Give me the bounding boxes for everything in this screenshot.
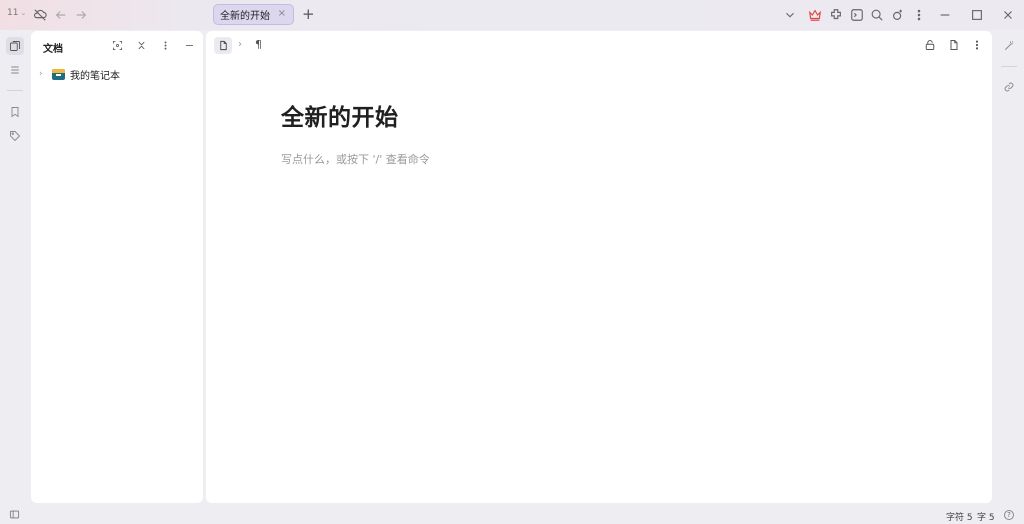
link-icon[interactable] xyxy=(1000,78,1018,96)
panel-title: 文档 xyxy=(43,44,63,55)
notebook-label: 我的笔记本 xyxy=(70,70,120,82)
editor-placeholder[interactable]: 写点什么，或按下 '/' 查看命令 xyxy=(281,151,430,167)
file-tree-icon[interactable] xyxy=(6,37,24,55)
more-menu-icon[interactable] xyxy=(910,6,928,24)
window-close-icon[interactable] xyxy=(999,6,1017,24)
search-icon[interactable] xyxy=(868,6,886,24)
sync-off-icon[interactable] xyxy=(31,6,49,24)
right-dock xyxy=(994,30,1024,504)
document-info-icon[interactable] xyxy=(946,37,962,53)
status-bar: 字符 5 字 5 ? xyxy=(0,506,1024,524)
dock-divider xyxy=(1001,66,1017,67)
tag-icon[interactable] xyxy=(6,127,24,145)
minimize-panel-icon[interactable] xyxy=(182,38,196,52)
forward-arrow-icon[interactable] xyxy=(72,6,90,24)
back-arrow-icon[interactable] xyxy=(52,6,70,24)
crown-icon[interactable] xyxy=(806,6,824,24)
unlock-icon[interactable] xyxy=(922,37,938,53)
breadcrumb-separator-icon: › xyxy=(238,39,242,50)
chevron-down-icon[interactable] xyxy=(781,6,799,24)
chevron-down-icon: ⌄ xyxy=(20,9,27,17)
dock-divider xyxy=(7,90,23,91)
outline-icon[interactable] xyxy=(6,61,24,79)
collapse-all-icon[interactable] xyxy=(134,38,148,52)
char-count: 字符 5 xyxy=(946,513,973,523)
add-tab-button[interactable]: + xyxy=(302,5,315,23)
chevron-right-icon[interactable]: › xyxy=(39,69,47,79)
workspace-number: 11 xyxy=(7,8,19,18)
more-menu-icon[interactable] xyxy=(158,38,172,52)
command-panel-icon[interactable] xyxy=(848,6,866,24)
editor-panel: › ¶ 全新的开始 写点什么，或按下 '/' 查看命令 xyxy=(206,31,992,503)
more-menu-icon[interactable] xyxy=(969,37,985,53)
plugin-icon[interactable] xyxy=(827,6,845,24)
tab-label: 全新的开始 xyxy=(220,11,270,22)
focus-current-icon[interactable] xyxy=(110,38,124,52)
magic-wand-icon[interactable] xyxy=(1000,37,1018,55)
tab-active[interactable]: 全新的开始 × xyxy=(213,4,294,25)
title-bar: 11 ⌄ 全新的开始 × + xyxy=(0,0,1024,30)
help-icon[interactable]: ? xyxy=(1004,510,1014,520)
document-title[interactable]: 全新的开始 xyxy=(281,98,399,132)
theme-mode-icon[interactable] xyxy=(889,6,907,24)
notebook-icon xyxy=(52,68,65,80)
close-icon[interactable]: × xyxy=(278,8,286,19)
breadcrumb-paragraph[interactable]: ¶ xyxy=(255,38,262,51)
word-count: 字 5 xyxy=(977,513,995,523)
maximize-icon[interactable] xyxy=(968,6,986,24)
minimize-icon[interactable] xyxy=(936,6,954,24)
bookmark-icon[interactable] xyxy=(6,103,24,121)
workspace-switcher[interactable]: 11 ⌄ xyxy=(7,8,26,18)
dock-toggle-icon[interactable] xyxy=(9,509,21,521)
left-dock xyxy=(0,30,30,504)
file-tree-panel: 文档 › 我的笔记本 xyxy=(31,31,203,503)
notebook-item[interactable]: › 我的笔记本 xyxy=(39,66,120,82)
document-icon[interactable] xyxy=(214,37,232,54)
